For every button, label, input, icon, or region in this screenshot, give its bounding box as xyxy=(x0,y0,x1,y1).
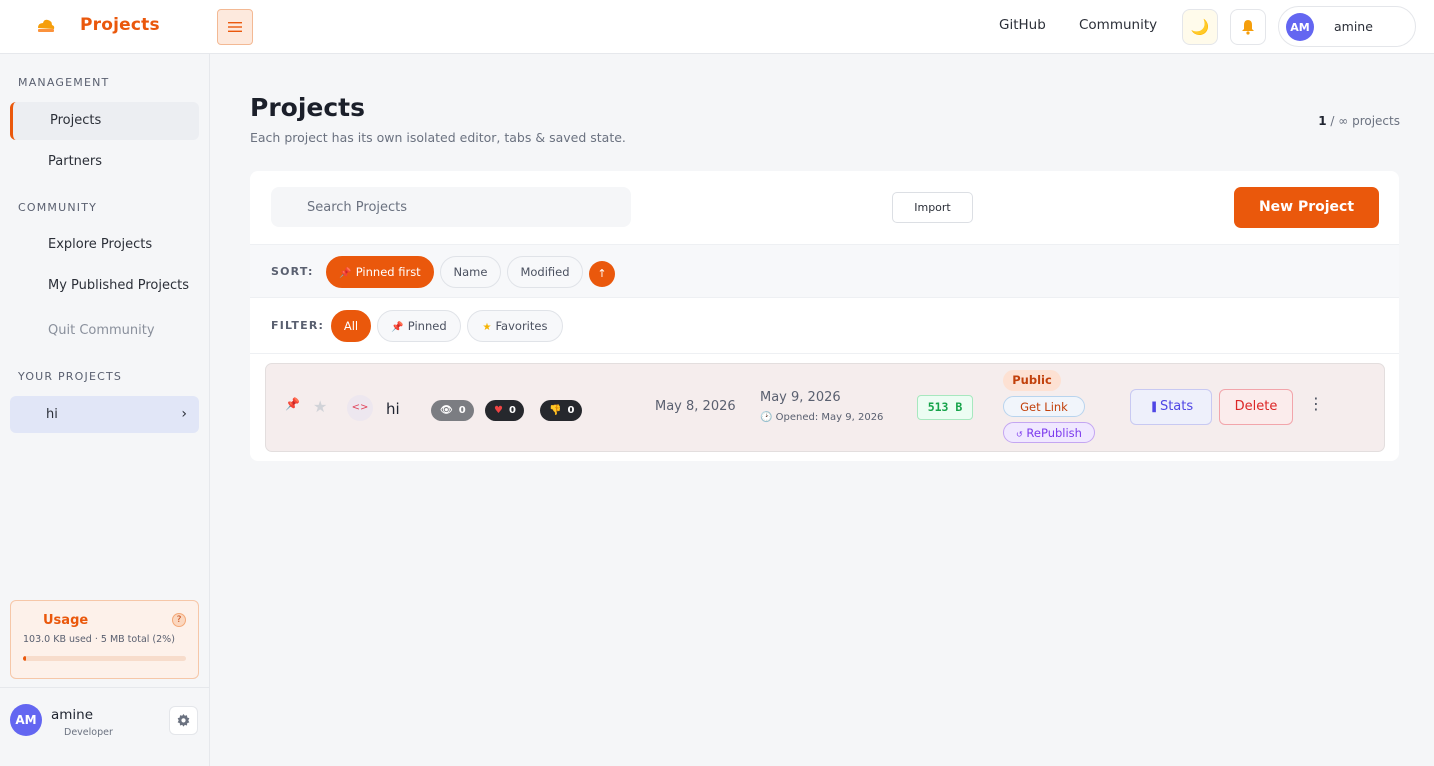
usage-progress-bar xyxy=(23,656,186,661)
cloud-logo-icon xyxy=(38,19,55,32)
sort-label: SORT: xyxy=(271,265,314,278)
views-badge[interactable]: 👁 0 xyxy=(431,400,474,421)
menu-toggle-button[interactable] xyxy=(217,9,253,45)
avatar: AM xyxy=(1286,13,1314,41)
user-menu-button[interactable]: AM amine xyxy=(1278,6,1416,47)
usage-progress-fill xyxy=(23,656,27,661)
bell-icon xyxy=(1242,20,1254,35)
eye-icon: 👁 xyxy=(440,405,453,416)
table-row[interactable]: 📌 ★ <> hi 👁 0 ♥ 0 👎 0 May 8, 2026 May 9, 20… xyxy=(265,363,1385,452)
sort-name[interactable]: Name xyxy=(440,256,501,288)
modified-date: May 9, 2026 xyxy=(760,390,841,405)
top-bar: Projects GitHub Community 🌙 AM amine xyxy=(0,0,1434,54)
created-date: May 8, 2026 xyxy=(655,399,736,414)
project-name[interactable]: hi xyxy=(386,400,400,418)
filter-favorites[interactable]: ★ Favorites xyxy=(467,310,563,342)
filter-row: FILTER: All 📌 Pinned ★ Favorites xyxy=(250,298,1399,354)
clock-icon: 🕑 xyxy=(760,412,773,423)
sidebar-item-projects[interactable]: Projects xyxy=(10,102,199,140)
sort-modified[interactable]: Modified xyxy=(507,256,583,288)
import-button[interactable]: Import xyxy=(892,192,973,223)
section-your-projects: YOUR PROJECTS xyxy=(18,370,123,383)
hamburger-icon xyxy=(228,22,242,32)
page-title: Projects xyxy=(250,93,366,122)
sort-pinned-first[interactable]: 📌 Pinned first xyxy=(326,256,434,288)
opened-date-label: Opened: May 9, 2026 xyxy=(775,412,884,423)
usage-detail: 103.0 KB used · 5 MB total (2%) xyxy=(23,634,175,645)
filter-label: FILTER: xyxy=(271,319,325,332)
new-project-button[interactable]: New Project xyxy=(1234,187,1379,228)
more-options-icon[interactable]: ⋮ xyxy=(1308,394,1324,413)
delete-button[interactable]: Delete xyxy=(1219,389,1293,425)
sort-row: SORT: 📌 Pinned first Name Modified ↑ xyxy=(250,244,1399,298)
refresh-icon: ↺ xyxy=(1016,430,1023,439)
notifications-button[interactable] xyxy=(1230,9,1266,45)
github-link[interactable]: GitHub xyxy=(999,17,1046,33)
sidebar-item-explore-projects[interactable]: Explore Projects xyxy=(10,226,199,264)
heart-icon: ♥ xyxy=(494,405,503,416)
republish-button[interactable]: ↺ RePublish xyxy=(1003,422,1095,443)
user-name: amine xyxy=(1334,19,1373,34)
filter-option-label: Favorites xyxy=(495,319,548,333)
sidebar-project-hi[interactable]: hi › xyxy=(10,396,199,433)
filter-pinned[interactable]: 📌 Pinned xyxy=(377,310,461,342)
code-icon: <> xyxy=(347,395,373,421)
brand-title[interactable]: Projects xyxy=(80,15,160,35)
opened-date: 🕑 Opened: May 9, 2026 xyxy=(760,412,883,423)
size-badge: 513 B xyxy=(917,395,973,420)
stats-button[interactable]: ▐ Stats xyxy=(1130,389,1212,425)
views-count: 0 xyxy=(458,405,466,416)
usage-title: Usage xyxy=(43,613,89,628)
sidebar-divider xyxy=(0,687,209,688)
community-link[interactable]: Community xyxy=(1079,17,1157,33)
stats-label: Stats xyxy=(1159,399,1194,414)
section-community: COMMUNITY xyxy=(18,201,98,214)
sidebar-item-partners[interactable]: Partners xyxy=(10,143,199,181)
theme-toggle-button[interactable]: 🌙 xyxy=(1182,9,1218,45)
sidebar-item-quit-community[interactable]: Quit Community xyxy=(10,312,199,350)
page-subtitle: Each project has its own isolated editor… xyxy=(250,130,626,145)
sort-option-label: Pinned first xyxy=(355,265,421,279)
usage-panel: Usage ? 103.0 KB used · 5 MB total (2%) xyxy=(10,600,199,679)
pin-icon: 📌 xyxy=(391,322,404,333)
filter-option-label: Pinned xyxy=(407,319,447,333)
avatar: AM xyxy=(10,704,42,736)
pin-toggle-icon[interactable]: 📌 xyxy=(285,397,300,411)
project-count: 1 / ∞ projects xyxy=(1318,114,1400,128)
favorite-star-icon[interactable]: ★ xyxy=(313,397,327,416)
filter-all[interactable]: All xyxy=(331,310,371,342)
gear-icon xyxy=(177,714,190,727)
chevron-right-icon: › xyxy=(181,406,187,422)
get-link-button[interactable]: Get Link xyxy=(1003,396,1085,417)
likes-count: 0 xyxy=(508,405,516,416)
search-input[interactable] xyxy=(271,187,631,227)
project-count-value: 1 xyxy=(1318,114,1327,128)
thumbs-down-icon: 👎 xyxy=(549,405,562,416)
sidebar-user-name: amine xyxy=(51,707,94,723)
sidebar: MANAGEMENT Projects Partners COMMUNITY E… xyxy=(0,54,210,766)
dislikes-count: 0 xyxy=(567,405,575,416)
likes-badge[interactable]: ♥ 0 xyxy=(485,400,524,421)
star-icon: ★ xyxy=(482,322,492,333)
sidebar-project-label: hi xyxy=(46,407,58,422)
settings-button[interactable] xyxy=(169,706,198,735)
dislikes-badge[interactable]: 👎 0 xyxy=(540,400,583,421)
sidebar-item-my-published-projects[interactable]: My Published Projects xyxy=(10,267,199,305)
projects-card: Import New Project SORT: 📌Pinned first N… xyxy=(250,171,1399,461)
visibility-badge: Public xyxy=(1003,370,1061,391)
bar-chart-icon: ▐ xyxy=(1148,403,1156,413)
republish-label: RePublish xyxy=(1026,426,1082,440)
sidebar-user-role: Developer xyxy=(64,727,113,738)
pin-icon: 📌 xyxy=(339,268,352,279)
get-link-label: Get Link xyxy=(1020,400,1068,414)
moon-icon: 🌙 xyxy=(1190,18,1210,36)
sort-direction-button[interactable]: ↑ xyxy=(589,261,615,287)
section-management: MANAGEMENT xyxy=(18,76,110,89)
project-count-suffix: / ∞ projects xyxy=(1330,114,1400,128)
help-icon[interactable]: ? xyxy=(172,613,186,627)
